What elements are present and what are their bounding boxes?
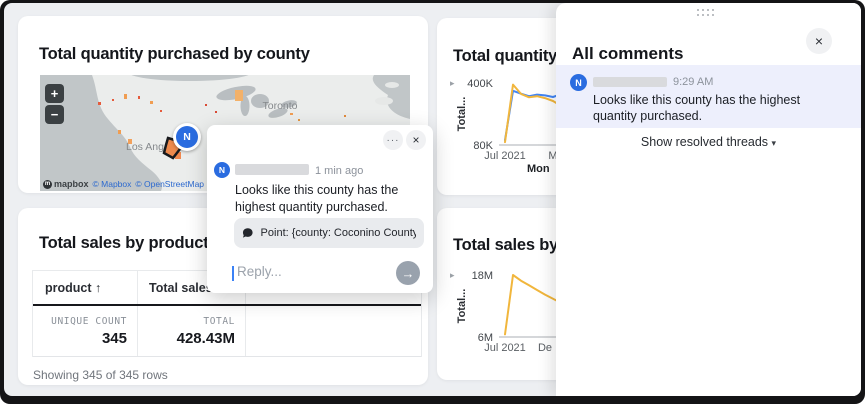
map-zoom-in-button[interactable]: + [45, 84, 64, 103]
summary-label: UNIQUE COUNT [33, 316, 127, 327]
table-summary-row: UNIQUE COUNT 345 TOTAL 428.43M [33, 306, 421, 357]
comment-map-pin[interactable]: N [173, 123, 201, 151]
close-popup-button[interactable]: × [406, 130, 426, 150]
window-frame: Total quantity purchased by county [0, 0, 865, 404]
column-header-total-sales-label: Total sales [149, 281, 213, 295]
mapbox-logo-icon: m [43, 180, 52, 189]
sort-ascending-icon: ↑ [95, 281, 101, 295]
comment-popup: ··· × N 1 min ago Looks like this county… [207, 125, 433, 293]
comment-timestamp: 1 min ago [315, 165, 363, 177]
summary-value: 345 [33, 330, 127, 347]
send-reply-button[interactable]: → [396, 261, 420, 285]
summary-cell-total: TOTAL 428.43M [137, 306, 245, 356]
svg-text:Jul 2021: Jul 2021 [484, 150, 526, 162]
comment-timestamp: 9:29 AM [673, 76, 713, 88]
avatar: N [570, 74, 587, 91]
close-panel-button[interactable]: × [806, 28, 832, 54]
reply-input[interactable] [235, 263, 389, 280]
table-row-count: Showing 345 of 345 rows [33, 368, 168, 382]
summary-cell-unique-count: UNIQUE COUNT 345 [33, 306, 137, 356]
show-resolved-threads-toggle[interactable]: Show resolved threads ▾ [556, 135, 861, 149]
redacted-user-name [593, 77, 667, 87]
svg-text:De: De [538, 342, 552, 354]
comment-body: Looks like this county has the highest q… [235, 182, 421, 216]
all-comments-panel: All comments × N 9:29 AM Looks like this… [556, 3, 861, 396]
show-resolved-threads-label: Show resolved threads [641, 135, 768, 149]
avatar: N [214, 162, 230, 178]
comments-panel-title: All comments [572, 44, 683, 64]
map-zoom-controls: + − [45, 84, 64, 124]
point-context-chip[interactable]: Point: {county: Coconino County} [234, 218, 424, 248]
panel-drag-handle[interactable] [697, 9, 716, 18]
dashboard-canvas: Total quantity purchased by county [4, 3, 861, 396]
chevron-down-icon: ▾ [772, 138, 777, 148]
osm-attribution-link[interactable]: © OpenStreetMap [135, 179, 204, 189]
mapbox-logo: mmapbox [43, 179, 89, 189]
mapbox-attribution-link[interactable]: © Mapbox [93, 179, 132, 189]
map-zoom-out-button[interactable]: − [45, 105, 64, 124]
table-card-title: Total sales by product [39, 234, 209, 253]
comment-thread-item[interactable]: N 9:29 AM Looks like this county has the… [556, 65, 861, 128]
comment-body: Looks like this county has the highest q… [593, 92, 838, 124]
comment-bubble-icon [242, 227, 254, 239]
redacted-user-name [235, 164, 309, 175]
column-header-product[interactable]: product ↑ [33, 271, 137, 304]
svg-text:400K: 400K [467, 78, 493, 90]
text-cursor [232, 266, 234, 281]
svg-text:Jul 2021: Jul 2021 [484, 342, 526, 354]
summary-label: TOTAL [137, 316, 235, 327]
svg-text:Mon: Mon [527, 163, 550, 175]
map-label-toronto: Toronto [262, 100, 297, 112]
column-header-product-label: product [45, 281, 92, 295]
more-options-button[interactable]: ··· [383, 130, 403, 150]
point-context-label: Point: {county: Coconino County} [261, 227, 416, 239]
map-card-title: Total quantity purchased by county [39, 45, 310, 64]
comment-map-pin-initial: N [176, 126, 198, 148]
svg-text:18M: 18M [472, 270, 493, 282]
summary-value: 428.43M [137, 330, 235, 347]
